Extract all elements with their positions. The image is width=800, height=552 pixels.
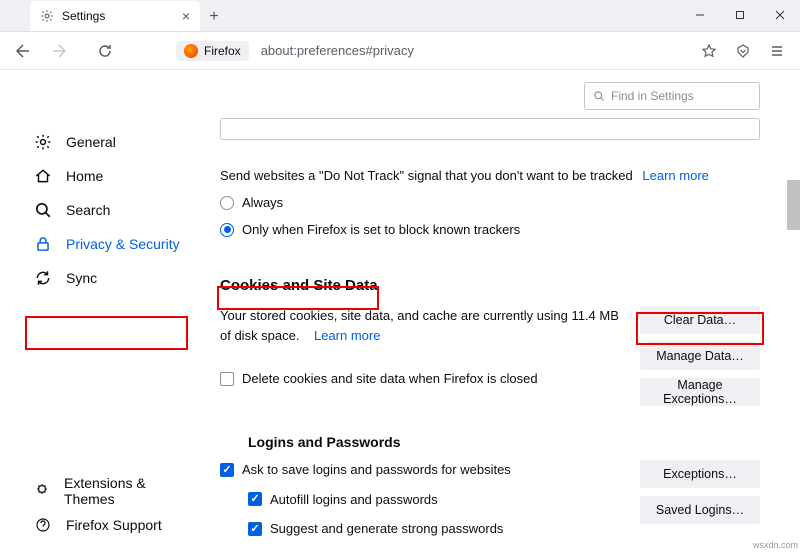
url-prefix: Firefox xyxy=(204,44,241,58)
sidebar-label: Sync xyxy=(66,270,97,286)
cookies-description: Your stored cookies, site data, and cach… xyxy=(220,308,619,343)
url-bar[interactable]: Firefox about:preferences#privacy xyxy=(176,41,688,61)
radio-label: Always xyxy=(242,195,283,210)
dnt-description: Send websites a "Do Not Track" signal th… xyxy=(220,168,760,183)
pocket-icon[interactable] xyxy=(728,36,758,66)
logins-heading: Logins and Passwords xyxy=(248,434,760,450)
home-icon xyxy=(34,167,52,185)
puzzle-icon xyxy=(34,482,50,500)
main-panel: Find in Settings Send websites a "Do Not… xyxy=(210,70,800,552)
sidebar-label: Firefox Support xyxy=(66,517,162,533)
checkbox-icon xyxy=(248,492,262,506)
cookies-learn-more-link[interactable]: Learn more xyxy=(314,328,380,343)
radio-label: Only when Firefox is set to block known … xyxy=(242,222,520,237)
dnt-radio-always[interactable]: Always xyxy=(220,195,760,210)
bookmark-star-icon[interactable] xyxy=(694,36,724,66)
new-tab-button[interactable]: + xyxy=(200,3,228,31)
sidebar-item-home[interactable]: Home xyxy=(28,159,190,193)
sidebar-item-general[interactable]: General xyxy=(28,125,190,159)
reload-button[interactable] xyxy=(90,36,120,66)
clear-data-button[interactable]: Clear Data… xyxy=(640,306,760,334)
sidebar-label: Search xyxy=(66,202,110,218)
checkbox-label: Autofill logins and passwords xyxy=(270,490,438,510)
search-placeholder: Find in Settings xyxy=(611,89,694,103)
logins-exceptions-button[interactable]: Exceptions… xyxy=(640,460,760,488)
sidebar-item-privacy[interactable]: Privacy & Security xyxy=(28,227,190,261)
sidebar-item-extensions[interactable]: Extensions & Themes xyxy=(28,474,190,508)
dnt-learn-more-link[interactable]: Learn more xyxy=(642,168,708,183)
toolbar: Firefox about:preferences#privacy xyxy=(0,32,800,70)
url-text: about:preferences#privacy xyxy=(255,43,420,58)
help-icon xyxy=(34,516,52,534)
checkbox-label: Delete cookies and site data when Firefo… xyxy=(242,369,538,389)
browser-tab[interactable]: Settings × xyxy=(30,1,200,31)
minimize-button[interactable] xyxy=(680,0,720,31)
watermark: wsxdn.com xyxy=(753,540,798,550)
saved-logins-button[interactable]: Saved Logins… xyxy=(640,496,760,524)
sidebar-item-sync[interactable]: Sync xyxy=(28,261,190,295)
checkbox-label: Ask to save logins and passwords for web… xyxy=(242,460,511,480)
autofill-logins-checkbox[interactable]: Autofill logins and passwords xyxy=(248,490,620,510)
tracker-exceptions-box[interactable] xyxy=(220,118,760,140)
sync-icon xyxy=(34,269,52,287)
gear-icon xyxy=(40,9,54,23)
window-controls xyxy=(680,0,800,31)
dnt-radio-only-blocking[interactable]: Only when Firefox is set to block known … xyxy=(220,222,760,237)
back-button[interactable] xyxy=(8,36,38,66)
scrollbar-thumb[interactable] xyxy=(787,180,800,230)
checkbox-label: Suggest and generate strong passwords xyxy=(270,519,503,539)
maximize-button[interactable] xyxy=(720,0,760,31)
manage-exceptions-button[interactable]: Manage Exceptions… xyxy=(640,378,760,406)
delete-on-close-checkbox[interactable]: Delete cookies and site data when Firefo… xyxy=(220,369,620,389)
radio-icon xyxy=(220,223,234,237)
firefox-icon xyxy=(184,44,198,58)
checkbox-icon xyxy=(248,522,262,536)
manage-data-button[interactable]: Manage Data… xyxy=(640,342,760,370)
sidebar-label: Privacy & Security xyxy=(66,236,180,252)
ask-save-logins-checkbox[interactable]: Ask to save logins and passwords for web… xyxy=(220,460,620,480)
sidebar-label: Home xyxy=(66,168,103,184)
sidebar: General Home Search Privacy & Security S… xyxy=(0,70,210,552)
checkbox-icon xyxy=(220,372,234,386)
radio-icon xyxy=(220,196,234,210)
cookies-heading: Cookies and Site Data xyxy=(220,277,760,294)
close-tab-icon[interactable]: × xyxy=(178,8,194,24)
checkbox-icon xyxy=(220,463,234,477)
suggest-passwords-checkbox[interactable]: Suggest and generate strong passwords xyxy=(248,519,620,539)
sidebar-item-search[interactable]: Search xyxy=(28,193,190,227)
tab-title: Settings xyxy=(62,9,170,23)
close-window-button[interactable] xyxy=(760,0,800,31)
sidebar-label: Extensions & Themes xyxy=(64,475,184,507)
gear-icon xyxy=(34,133,52,151)
app-menu-icon[interactable] xyxy=(762,36,792,66)
sidebar-label: General xyxy=(66,134,116,150)
content-area: General Home Search Privacy & Security S… xyxy=(0,70,800,552)
forward-button[interactable] xyxy=(44,36,74,66)
url-identity[interactable]: Firefox xyxy=(176,41,249,61)
sidebar-item-support[interactable]: Firefox Support xyxy=(28,508,190,542)
search-icon xyxy=(34,201,52,219)
titlebar: Settings × + xyxy=(0,0,800,32)
lock-icon xyxy=(34,235,52,253)
search-icon xyxy=(593,90,605,102)
find-in-settings-input[interactable]: Find in Settings xyxy=(584,82,760,110)
